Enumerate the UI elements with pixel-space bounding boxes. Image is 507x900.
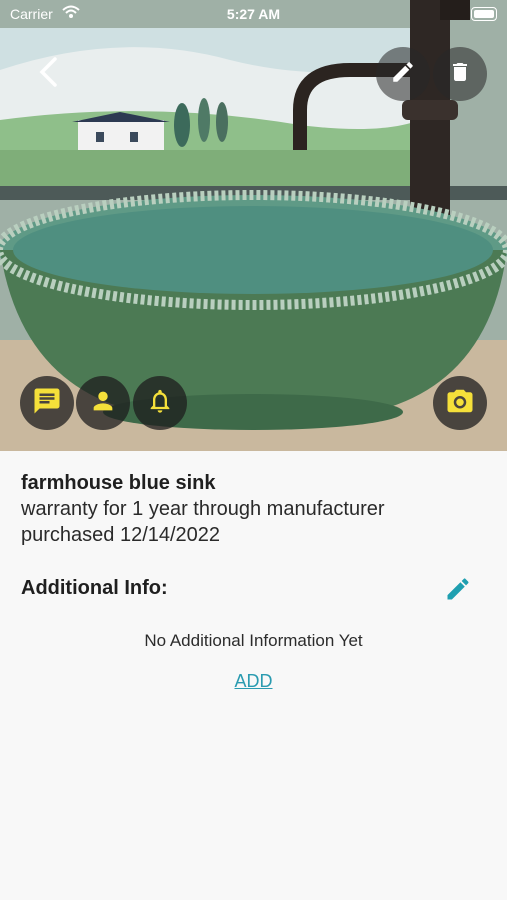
edit-item-button[interactable] [376, 47, 430, 101]
trash-icon [448, 59, 472, 90]
contact-button[interactable] [76, 376, 130, 430]
camera-button[interactable] [433, 376, 487, 430]
bell-icon [146, 387, 174, 420]
item-photo: Carrier 5:27 AM [0, 0, 507, 451]
edit-additional-info-button[interactable] [444, 575, 472, 603]
edit-icon [390, 59, 416, 90]
delete-item-button[interactable] [433, 47, 487, 101]
photo-illustration [0, 0, 507, 451]
item-purchase-date: purchased 12/14/2022 [21, 524, 221, 546]
item-name: farmhouse blue sink [21, 472, 216, 494]
battery-icon [471, 7, 497, 21]
camera-icon [445, 386, 475, 421]
add-info-link[interactable]: ADD [0, 671, 507, 692]
reminder-button[interactable] [133, 376, 187, 430]
item-details: farmhouse blue sink warranty for 1 year … [0, 451, 507, 900]
notes-button[interactable] [20, 376, 74, 430]
pencil-icon [444, 578, 472, 607]
clock: 5:27 AM [226, 6, 281, 22]
person-icon [89, 387, 117, 420]
back-button[interactable] [22, 47, 76, 101]
back-icon [37, 56, 61, 93]
item-warranty: warranty for 1 year through manufacturer [21, 498, 385, 520]
additional-info-heading: Additional Info: [21, 577, 168, 599]
status-bar: Carrier 5:27 AM [0, 0, 507, 28]
notes-icon [32, 386, 62, 421]
empty-state-text: No Additional Information Yet [144, 631, 363, 650]
